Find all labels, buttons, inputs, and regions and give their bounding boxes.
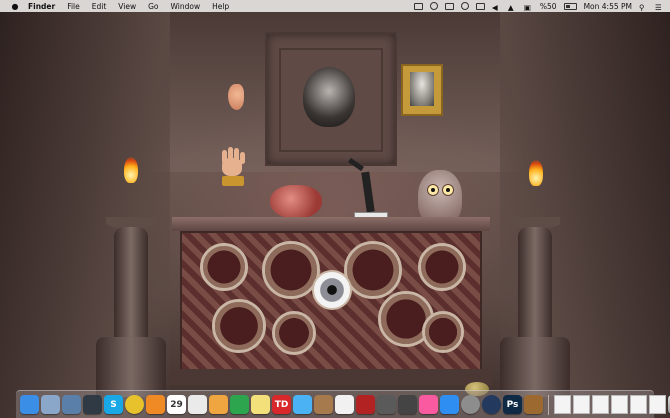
dock-calendar-icon[interactable]: 29 — [167, 395, 186, 414]
apple-menu-icon[interactable]: ● — [10, 2, 20, 11]
menu-help[interactable]: Help — [212, 2, 229, 11]
menu-file[interactable]: File — [67, 2, 80, 11]
dock-chrome-icon[interactable] — [125, 395, 144, 414]
dock-steam-icon[interactable] — [482, 395, 501, 414]
right-torch-flame — [529, 160, 543, 186]
dock-contacts-icon[interactable] — [314, 395, 333, 414]
dock-activity-monitor-icon[interactable] — [83, 395, 102, 414]
brain-scan-image — [303, 67, 355, 127]
right-pedestal — [500, 217, 570, 397]
dock-preview-icon[interactable] — [62, 395, 81, 414]
dock-doc-5-icon[interactable] — [630, 395, 647, 414]
menu-go[interactable]: Go — [148, 2, 158, 11]
dock-photoshop-icon[interactable]: Ps — [503, 395, 522, 414]
dock-finder-icon[interactable] — [20, 395, 39, 414]
portrait-frame — [401, 64, 443, 116]
menu-clock[interactable]: Mon 4:55 PM — [584, 2, 632, 11]
bluetooth-icon[interactable] — [475, 2, 485, 10]
ear-sculpture — [228, 84, 244, 110]
microscope — [348, 157, 388, 224]
spotlight-search-icon[interactable]: ⚲ — [639, 3, 648, 12]
left-pedestal — [96, 217, 166, 397]
dock-itunes-icon[interactable] — [419, 395, 438, 414]
dock-evernote-icon[interactable] — [230, 395, 249, 414]
time-machine-icon[interactable] — [460, 2, 469, 10]
dock-photo-booth-icon[interactable] — [356, 395, 375, 414]
sync-icon[interactable] — [429, 2, 438, 10]
hand-sculpture — [214, 147, 252, 186]
dock-todoist-icon[interactable]: TD — [272, 395, 291, 414]
desktop-wallpaper — [0, 12, 670, 418]
dropbox-icon[interactable] — [413, 2, 423, 10]
heart-model — [270, 185, 322, 219]
dock-doc-1-icon[interactable] — [554, 395, 571, 414]
dock-skype-icon[interactable]: S — [104, 395, 123, 414]
menu-edit[interactable]: Edit — [92, 2, 107, 11]
dock-screenshot-icon[interactable] — [377, 395, 396, 414]
airplay-icon[interactable] — [444, 2, 454, 10]
notification-center-icon[interactable]: ☰ — [655, 3, 664, 12]
battery-icon[interactable] — [563, 2, 577, 10]
dock-vlc-icon[interactable] — [146, 395, 165, 414]
dock-messages-icon[interactable] — [293, 395, 312, 414]
battery-percent[interactable]: %50 — [540, 2, 557, 11]
dock-pages-icon[interactable] — [209, 395, 228, 414]
dock-separator — [548, 394, 549, 415]
dock-doc-2-icon[interactable] — [573, 395, 590, 414]
volume-icon[interactable]: ◀ — [492, 3, 501, 12]
input-source-icon[interactable]: ▣ — [524, 3, 533, 12]
dock-system-preferences-icon[interactable] — [461, 395, 480, 414]
menu-view[interactable]: View — [118, 2, 136, 11]
dock-launchpad-icon[interactable] — [41, 395, 60, 414]
dock: S 29 TD Ps — [16, 390, 670, 418]
wifi-icon[interactable]: ▲ — [508, 3, 517, 12]
altar-base — [170, 369, 492, 385]
altar-top — [172, 217, 490, 231]
menu-window[interactable]: Window — [171, 2, 201, 11]
menu-bar: ● Finder File Edit View Go Window Help ◀… — [0, 0, 670, 12]
dock-app-store-icon[interactable] — [440, 395, 459, 414]
dock-doc-3-icon[interactable] — [592, 395, 609, 414]
dock-disk-utility-icon[interactable] — [524, 395, 543, 414]
dock-photos-icon[interactable] — [335, 395, 354, 414]
dock-notes-icon[interactable] — [251, 395, 270, 414]
dock-calculator-icon[interactable] — [398, 395, 417, 414]
left-torch-flame — [124, 157, 138, 183]
dock-text-edit-icon[interactable] — [188, 395, 207, 414]
app-menu-finder[interactable]: Finder — [28, 2, 55, 11]
dock-doc-6-icon[interactable] — [649, 395, 666, 414]
dock-doc-4-icon[interactable] — [611, 395, 628, 414]
eye-disc — [312, 270, 352, 310]
